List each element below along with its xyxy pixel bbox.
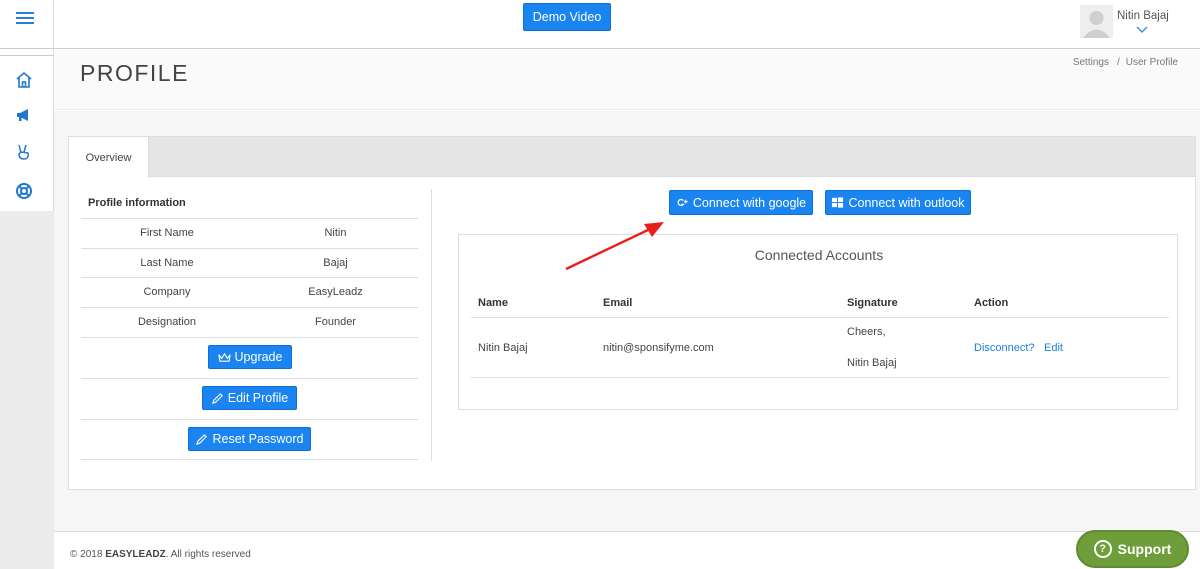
- peace-hand-icon[interactable]: [14, 142, 34, 162]
- column-header-action: Action: [974, 297, 1009, 309]
- reset-password-button[interactable]: Reset Password: [188, 427, 311, 451]
- edit-profile-button[interactable]: Edit Profile: [202, 386, 297, 410]
- annotation-arrow: [565, 222, 664, 271]
- breadcrumb-user-profile: User Profile: [1125, 57, 1178, 68]
- profile-panel: Overview Profile information First Name …: [68, 136, 1196, 490]
- disconnect-link[interactable]: Disconnect?: [974, 342, 1035, 354]
- user-menu[interactable]: Nitin Bajaj: [1080, 5, 1190, 39]
- menu-icon[interactable]: [16, 12, 34, 26]
- upgrade-row: Upgrade: [81, 337, 418, 378]
- account-email: nitin@sponsifyme.com: [603, 342, 714, 354]
- connect-google-label: Connect with google: [692, 195, 807, 210]
- upgrade-button[interactable]: Upgrade: [208, 345, 292, 369]
- chevron-down-icon[interactable]: [1136, 23, 1148, 33]
- footer-rights: . All rights reserved: [165, 549, 251, 560]
- profile-divider: [81, 459, 418, 460]
- profile-label: Company: [143, 286, 191, 298]
- reset-password-label: Reset Password: [212, 432, 304, 446]
- table-header: Name Email Signature Action: [471, 293, 1169, 318]
- profile-value: Nitin: [324, 227, 347, 239]
- column-header-signature: Signature: [847, 297, 898, 309]
- connect-outlook-label: Connect with outlook: [848, 195, 965, 210]
- profile-label: First Name: [140, 227, 194, 239]
- table-row: Nitin Bajaj nitin@sponsifyme.com Cheers,…: [471, 319, 1169, 378]
- column-header-name: Name: [478, 297, 508, 309]
- windows-icon: [832, 197, 844, 208]
- lifebuoy-icon[interactable]: [14, 181, 34, 201]
- sidebar-empty-area: [0, 211, 54, 569]
- profile-value: Bajaj: [323, 257, 348, 269]
- profile-row: Designation Founder: [81, 307, 418, 336]
- footer-brand: EASYLEADZ: [105, 549, 166, 560]
- tab-bar: Overview: [69, 137, 1195, 178]
- crown-icon: [217, 352, 231, 362]
- profile-value: EasyLeadz: [308, 286, 363, 298]
- edit-account-link[interactable]: Edit: [1044, 342, 1063, 354]
- pencil-icon: [196, 433, 208, 445]
- profile-label: Designation: [137, 316, 197, 328]
- pencil-icon: [211, 392, 223, 404]
- profile-heading: Profile information: [88, 197, 186, 209]
- megaphone-icon[interactable]: [14, 105, 34, 125]
- profile-row: Company EasyLeadz: [81, 277, 418, 306]
- sidebar-divider: [0, 55, 54, 56]
- profile-row: First Name Nitin: [81, 218, 418, 247]
- support-button[interactable]: ? Support: [1076, 530, 1189, 568]
- column-divider: [431, 189, 432, 461]
- account-name: Nitin Bajaj: [478, 342, 528, 354]
- edit-profile-row: Edit Profile: [81, 378, 418, 419]
- connect-google-button[interactable]: Connect with google: [669, 190, 813, 215]
- tab-overview[interactable]: Overview: [69, 137, 149, 178]
- footer-copyright: © 2018 EASYLEADZ. All rights reserved: [70, 549, 251, 560]
- breadcrumb-settings[interactable]: Settings: [1073, 57, 1109, 68]
- breadcrumb-separator: /: [1116, 57, 1120, 68]
- upgrade-label: Upgrade: [234, 350, 283, 364]
- top-header: Demo Video Nitin Bajaj: [54, 0, 1200, 49]
- sidebar-divider: [0, 48, 54, 49]
- reset-password-row: Reset Password: [81, 419, 418, 460]
- user-name: Nitin Bajaj: [1117, 10, 1169, 22]
- demo-video-button[interactable]: Demo Video: [523, 3, 611, 31]
- connect-outlook-button[interactable]: Connect with outlook: [825, 190, 971, 215]
- column-header-email: Email: [603, 297, 633, 309]
- profile-label: Last Name: [140, 257, 194, 269]
- edit-profile-label: Edit Profile: [227, 391, 289, 405]
- profile-value: Founder: [315, 316, 356, 328]
- support-label: Support: [1117, 541, 1172, 557]
- google-plus-icon: [677, 198, 688, 207]
- avatar: [1080, 5, 1113, 38]
- account-signature-line: Cheers,: [847, 326, 886, 338]
- footer: © 2018 EASYLEADZ. All rights reserved: [54, 531, 1200, 569]
- home-icon[interactable]: [14, 70, 34, 90]
- breadcrumb: Settings / User Profile: [1073, 57, 1178, 68]
- help-icon: ?: [1093, 540, 1112, 558]
- copyright-year: © 2018: [70, 549, 103, 560]
- profile-row: Last Name Bajaj: [81, 248, 418, 277]
- page-heading: PROFILE Settings / User Profile: [54, 50, 1200, 110]
- page-title: PROFILE: [80, 60, 189, 86]
- sidebar: [0, 0, 54, 569]
- account-signature-line: Nitin Bajaj: [847, 357, 897, 369]
